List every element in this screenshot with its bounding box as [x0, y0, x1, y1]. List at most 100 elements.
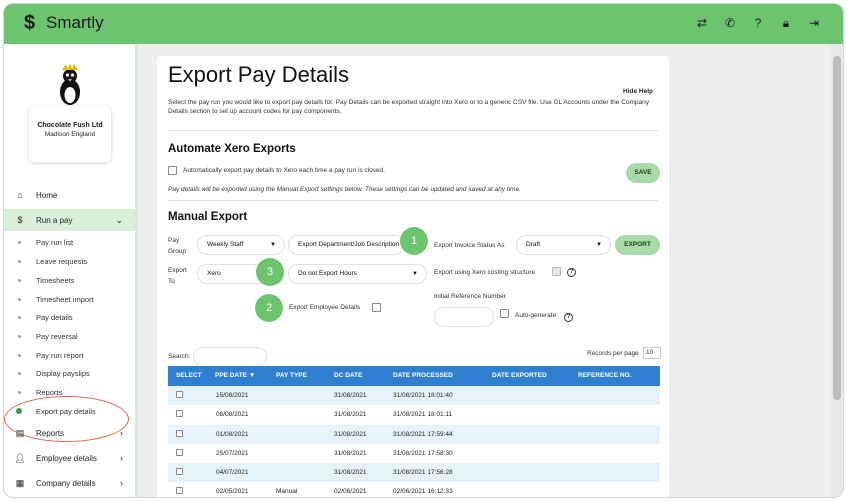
table-header: SELECT PPE DATE ▼ PAY TYPE DC DATE DATE …	[168, 366, 660, 386]
sub-item-label: Pay run report	[36, 350, 84, 360]
cell-date-processed: 31/08/2021 17:59:44	[393, 430, 453, 438]
col-pay-type[interactable]: PAY TYPE	[276, 372, 307, 379]
bullet-icon	[18, 259, 21, 263]
auto-export-checkbox[interactable]	[168, 166, 177, 175]
sub-item-display-payslips[interactable]: Display payslips	[4, 364, 135, 382]
cell-date-processed: 31/08/2021 17:56:28	[393, 469, 453, 477]
hours-value: Do not Export Hours	[298, 270, 357, 277]
cell-ppe-date: 04/07/2021	[216, 469, 249, 477]
bullet-icon	[18, 297, 21, 301]
initial-ref-label: Initial Reference Number	[434, 293, 506, 300]
cell-date-processed: 02/06/2021 16:12:33	[393, 488, 453, 496]
auto-generate-checkbox[interactable]	[500, 309, 509, 318]
cell-dc-date: 31/08/2021	[334, 449, 367, 457]
caret-down-icon: ▼	[270, 242, 276, 248]
table-row[interactable]: 25/07/2021 31/08/2021 31/08/2021 17:58:3…	[168, 444, 660, 463]
col-date-exported[interactable]: DATE EXPORTED	[492, 372, 547, 379]
top-icons: ⇄ ✆ ? 🔒︎ ⇥	[695, 16, 821, 30]
scrollbar-thumb[interactable]	[833, 56, 841, 400]
help-icon[interactable]: ?	[751, 16, 765, 30]
nav-employee-details[interactable]: 👤︎ Employee details ›	[4, 447, 135, 469]
chevron-down-icon: ⌄	[115, 214, 123, 225]
transfer-icon[interactable]: ⇄	[695, 16, 709, 30]
nav-company-details[interactable]: ▦ Company details ›	[4, 472, 135, 494]
app-window: $ Smartly ⇄ ✆ ? 🔒︎ ⇥ Chocolate Fush Ltd …	[3, 3, 844, 498]
costing-label: Export using Xero costing structure	[434, 269, 536, 276]
cell-dc-date: 31/08/2021	[334, 411, 367, 419]
department-select[interactable]: Export Department/Job Description	[288, 235, 405, 255]
export-to-label-2: To	[168, 278, 175, 285]
sub-item-leave-requests[interactable]: Leave requests	[4, 252, 135, 270]
sub-item-pay-run-list[interactable]: Pay run list	[4, 233, 135, 251]
sub-item-label: Leave requests	[36, 256, 88, 266]
chevron-right-icon: ›	[120, 428, 123, 438]
home-icon: ⌂	[17, 190, 23, 200]
chevron-right-icon: ›	[120, 453, 123, 463]
logo-icon: $	[24, 12, 36, 34]
col-reference-no[interactable]: REFERENCE NO.	[578, 372, 631, 379]
costing-help-icon[interactable]: ?	[567, 268, 576, 277]
employee-details-checkbox[interactable]	[372, 303, 381, 312]
invoice-status-select[interactable]: Draft ▼	[516, 235, 611, 255]
nav-reports[interactable]: ▤ Reports ›	[4, 422, 135, 444]
pay-group-select[interactable]: Weekly Staff ▼	[197, 235, 285, 255]
search-label: Search:	[168, 353, 191, 360]
auto-generate-help-icon[interactable]: ?	[564, 313, 573, 322]
table-row[interactable]: 04/07/2021 31/08/2021 31/08/2021 17:56:2…	[168, 463, 660, 483]
row-checkbox[interactable]	[176, 410, 183, 418]
table-row[interactable]: 01/08/2021 31/08/2021 31/08/2021 17:59:4…	[168, 424, 660, 444]
records-per-page-select[interactable]: 10	[643, 347, 661, 359]
hide-help-link[interactable]: Hide Help	[623, 88, 653, 95]
export-button[interactable]: EXPORT	[615, 235, 660, 255]
smartly-logo[interactable]: $ Smartly	[24, 13, 104, 33]
cell-date-processed: 31/08/2021 18:01:40	[393, 392, 453, 399]
invoice-status-value: Draft	[526, 241, 541, 248]
row-checkbox[interactable]	[176, 391, 183, 398]
sub-item-timesheet-import[interactable]: Timesheet import	[4, 290, 135, 308]
col-ppe-date[interactable]: PPE DATE ▼	[215, 372, 255, 379]
bullet-icon	[18, 390, 21, 394]
company-card[interactable]: Chocolate Fush Ltd Madison England	[29, 106, 111, 162]
row-checkbox[interactable]	[176, 487, 183, 495]
pay-group-label: Pay	[168, 237, 180, 244]
page-title: Export Pay Details	[168, 62, 349, 87]
sub-item-label: Display payslips	[36, 368, 90, 378]
phone-icon[interactable]: ✆	[723, 16, 737, 30]
search-input[interactable]	[193, 347, 267, 367]
lock-icon[interactable]: 🔒︎	[779, 16, 793, 30]
row-checkbox[interactable]	[176, 468, 183, 476]
sub-item-timesheets[interactable]: Timesheets	[4, 271, 135, 289]
caret-down-icon: ▼	[412, 271, 418, 277]
cell-ppe-date: 25/07/2021	[216, 449, 249, 457]
table-row[interactable]: 15/08/2021 31/08/2021 31/08/2021 18:01:4…	[168, 386, 660, 406]
chevron-right-icon: ›	[120, 478, 123, 488]
table-row[interactable]: 08/08/2021 31/08/2021 31/08/2021 18:01:1…	[168, 405, 660, 424]
table-row[interactable]: 02/05/2021 Manual 02/06/2021 02/06/2021 …	[168, 482, 660, 497]
cell-dc-date: 31/08/2021	[334, 430, 367, 438]
sub-item-pay-run-report[interactable]: Pay run report	[4, 346, 135, 364]
sub-item-pay-details[interactable]: Pay details	[4, 308, 135, 326]
sub-item-label: Timesheets	[36, 275, 75, 285]
step-badge-3: 3	[256, 258, 284, 286]
divider	[168, 200, 658, 201]
nav-run-a-pay[interactable]: $ Run a pay ⌄	[4, 209, 135, 231]
auto-generate-label: Auto-generate	[515, 312, 557, 319]
row-checkbox[interactable]	[176, 448, 183, 456]
auto-export-label: Automatically export pay details to Xero…	[183, 167, 385, 174]
bullet-icon	[18, 315, 21, 319]
costing-checkbox[interactable]	[552, 267, 561, 276]
logout-icon[interactable]: ⇥	[807, 16, 821, 30]
cell-ppe-date: 01/08/2021	[216, 430, 249, 438]
sub-item-pay-reversal[interactable]: Pay reversal	[4, 327, 135, 345]
bullet-icon	[18, 353, 21, 357]
row-checkbox[interactable]	[176, 429, 183, 437]
cell-date-processed: 31/08/2021 18:01:11	[393, 411, 453, 419]
hours-select[interactable]: Do not Export Hours ▼	[288, 264, 427, 284]
col-dc-date[interactable]: DC DATE	[334, 372, 362, 379]
main-panel: Export Pay Details Hide Help Select the …	[157, 56, 669, 497]
save-button[interactable]: SAVE	[626, 163, 660, 183]
col-date-processed[interactable]: DATE PROCESSED	[393, 372, 453, 379]
nav-home[interactable]: ⌂ Home	[4, 184, 135, 206]
initial-ref-input[interactable]	[434, 307, 494, 327]
col-select[interactable]: SELECT	[176, 372, 202, 379]
